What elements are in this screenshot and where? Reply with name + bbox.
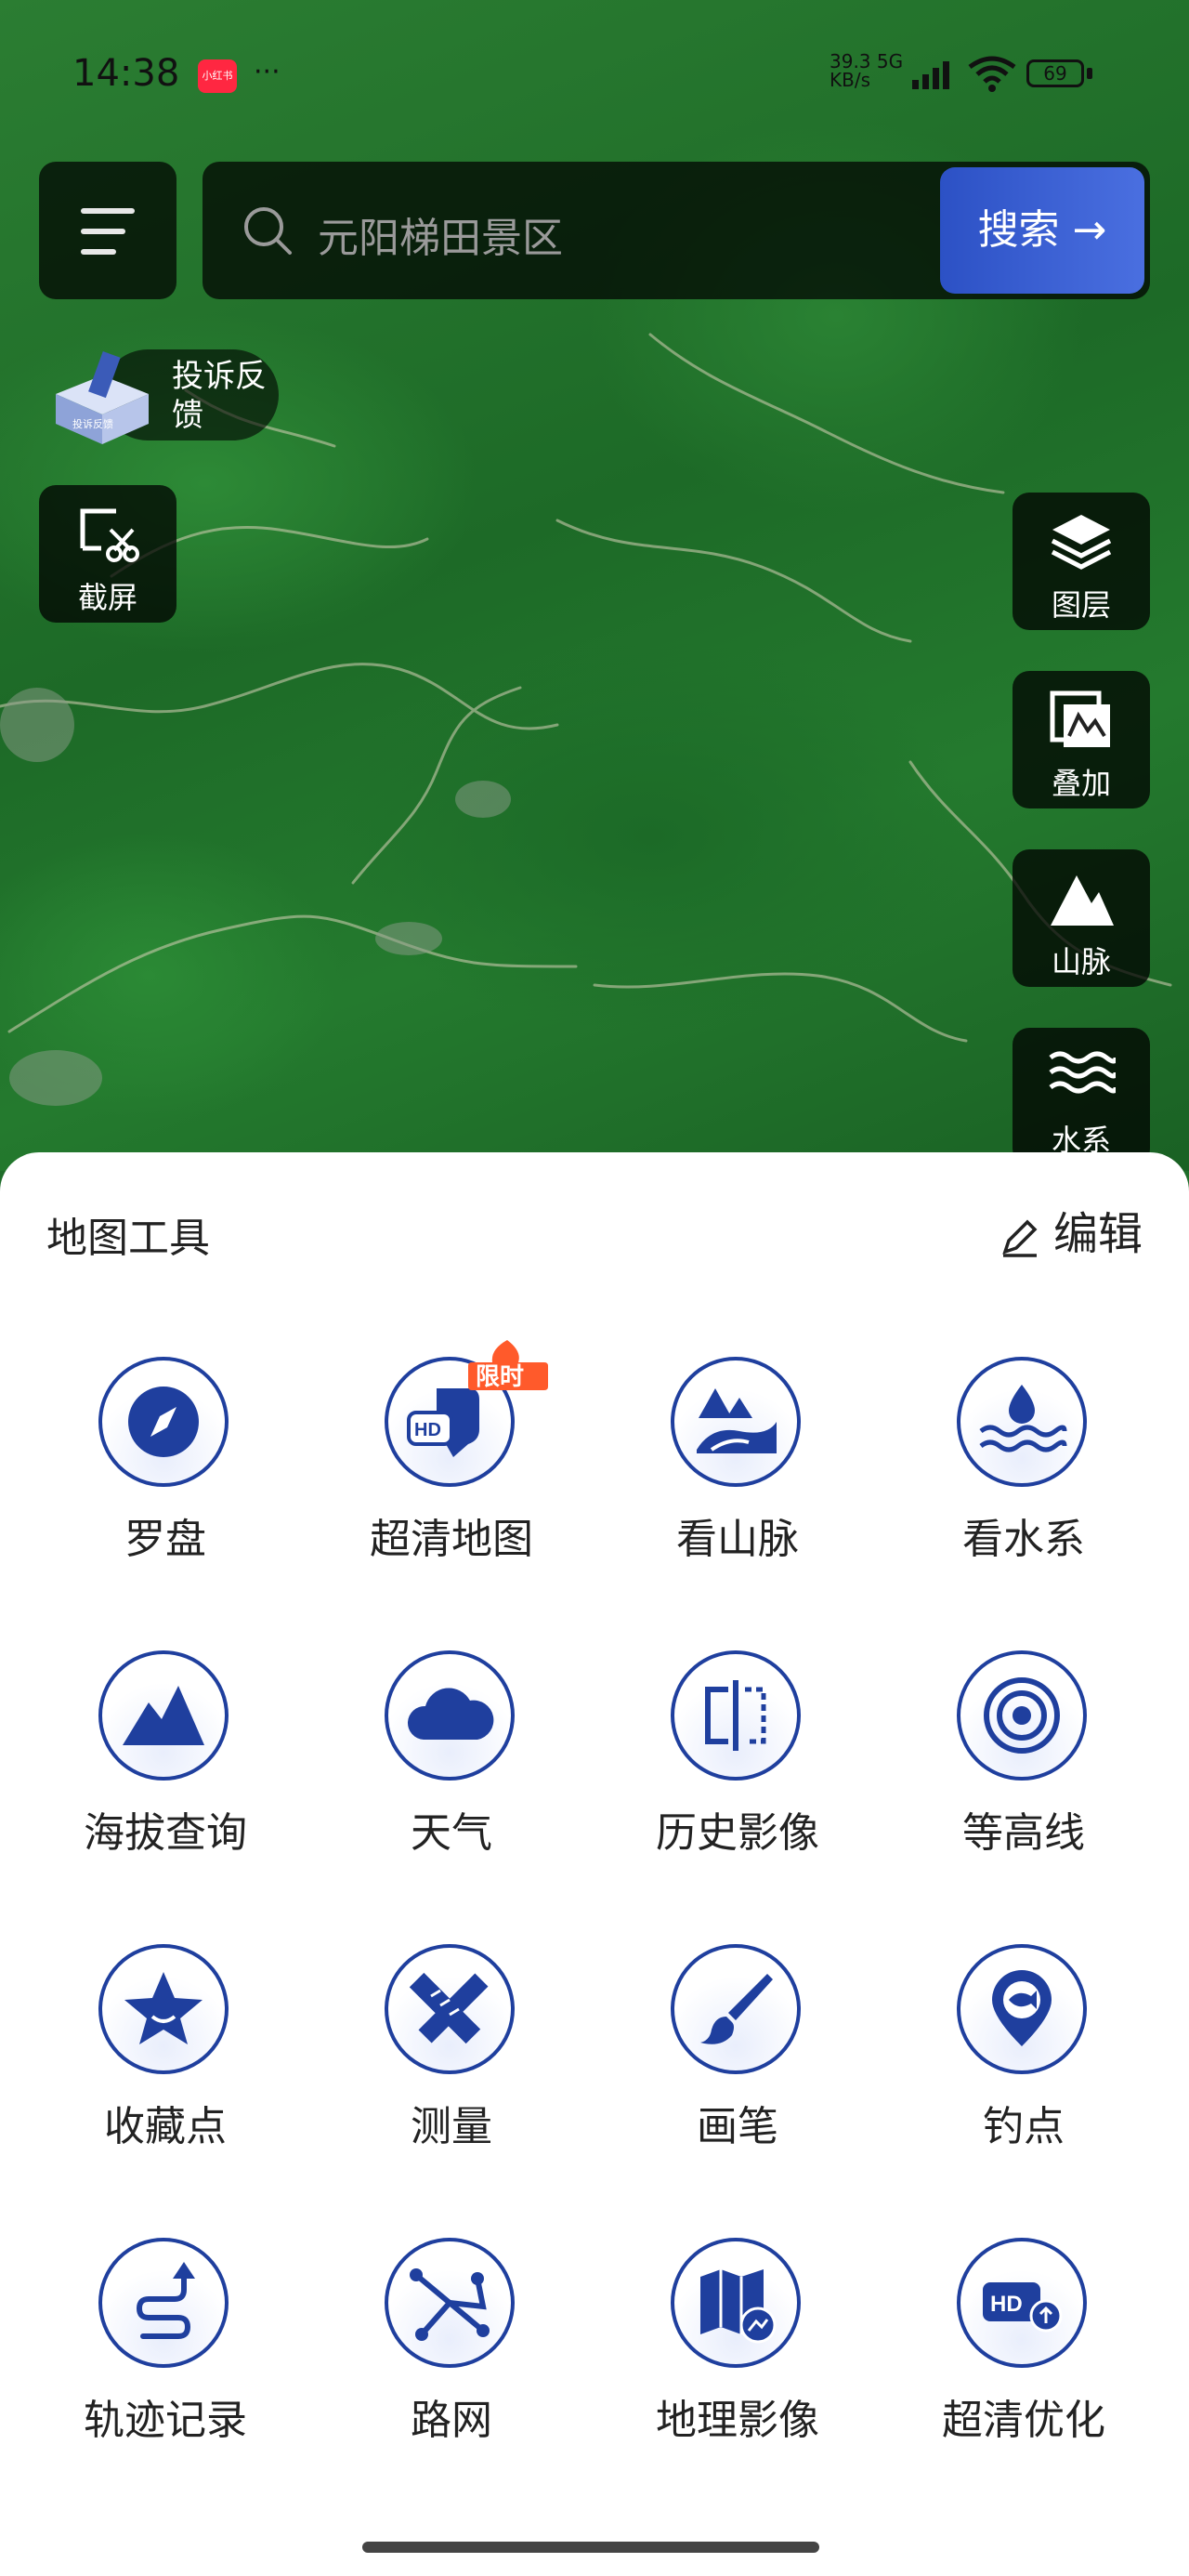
layers-label: 图层	[1051, 587, 1111, 623]
tool-label: 等高线	[962, 1809, 1085, 1857]
map-tools-sheet: 地图工具 编辑 罗盘 HD 超清地图 看山脉 看水系 海拔查询 天气 历史影像 …	[0, 1152, 1189, 2576]
limited-time-badge: 限时	[468, 1340, 548, 1391]
sheet-title: 地图工具	[46, 1215, 210, 1262]
tool-label: 海拔查询	[84, 1809, 247, 1857]
tool-label: 看水系	[962, 1516, 1085, 1563]
mountain-icon	[1051, 875, 1114, 926]
ruler-icon	[385, 1944, 515, 2074]
tool-weather[interactable]: 天气	[331, 1650, 572, 1892]
feedback-button[interactable]: 投诉反馈 投诉反馈	[46, 344, 279, 446]
tool-label: 地理影像	[656, 2397, 819, 2444]
tool-label: 超清地图	[370, 1516, 533, 1563]
mountains-icon	[671, 1357, 801, 1487]
limited-time-text: 限时	[476, 1363, 524, 1391]
tool-altitude[interactable]: 海拔查询	[45, 1650, 286, 1892]
tool-label: 超清优化	[942, 2397, 1105, 2444]
tool-track-record[interactable]: 轨迹记录	[45, 2238, 286, 2479]
tool-label: 轨迹记录	[84, 2397, 247, 2444]
battery-icon: 69	[1026, 59, 1084, 87]
tool-label: 钓点	[983, 2103, 1065, 2150]
tool-history-image[interactable]: 历史影像	[617, 1650, 858, 1892]
menu-icon-line	[81, 249, 116, 255]
tool-label: 天气	[411, 1809, 492, 1857]
tool-label: 路网	[411, 2397, 492, 2444]
tool-contour[interactable]: 等高线	[903, 1650, 1144, 1892]
track-icon	[98, 2238, 229, 2368]
status-time: 14:38	[72, 52, 180, 95]
pencil-icon	[1002, 1219, 1038, 1257]
hd-optimize-icon: HD	[957, 2238, 1087, 2368]
edit-button[interactable]: 编辑	[1000, 1197, 1143, 1262]
menu-icon-line	[81, 208, 135, 214]
tool-view-water[interactable]: 看水系	[903, 1357, 1144, 1598]
tool-fishing-spot[interactable]: 钓点	[903, 1944, 1144, 2186]
menu-button[interactable]	[39, 162, 176, 299]
tool-measure[interactable]: 测量	[331, 1944, 572, 2186]
star-icon	[98, 1944, 229, 2074]
network-speed: 39.3 5G KB/s	[830, 52, 903, 89]
home-indicator	[362, 2542, 819, 2553]
battery-tip	[1087, 68, 1092, 79]
feedback-label: 投诉反馈	[172, 358, 267, 434]
altitude-icon	[98, 1650, 229, 1781]
mountain-label: 山脉	[1051, 944, 1111, 979]
xiaohongshu-app-icon: 小红书	[198, 59, 237, 93]
road-network-icon	[385, 2238, 515, 2368]
water-system-icon	[957, 1357, 1087, 1487]
geo-image-icon	[671, 2238, 801, 2368]
history-image-icon	[671, 1650, 801, 1781]
tool-label: 收藏点	[104, 2103, 227, 2150]
network-type: 5G	[876, 50, 904, 72]
tool-favorites[interactable]: 收藏点	[45, 1944, 286, 2186]
layers-icon	[1051, 515, 1112, 570]
edit-label: 编辑	[1052, 1208, 1143, 1260]
search-icon	[244, 207, 292, 255]
overlay-button[interactable]: 叠加	[1013, 671, 1150, 808]
tool-road-network[interactable]: 路网	[331, 2238, 572, 2479]
feedback-cube-text: 投诉反馈	[72, 417, 113, 430]
signal-icon	[912, 61, 949, 89]
tool-hd-optimize[interactable]: HD 超清优化	[903, 2238, 1144, 2479]
tool-label: 历史影像	[656, 1809, 819, 1857]
tool-label: 测量	[411, 2103, 492, 2150]
tool-label: 看山脉	[676, 1516, 799, 1563]
layers-button[interactable]: 图层	[1013, 493, 1150, 630]
search-bar[interactable]: 元阳梯田景区 搜索 →	[203, 162, 1150, 299]
tool-label: 画笔	[697, 2103, 778, 2150]
compass-icon	[98, 1357, 229, 1487]
screenshot-button[interactable]: 截屏	[39, 485, 176, 623]
svg-text:HD: HD	[990, 2292, 1023, 2317]
status-bar: 14:38 小红书 ··· 39.3 5G KB/s 69	[0, 0, 1189, 149]
tool-label: 罗盘	[124, 1516, 206, 1563]
svg-text:HD: HD	[414, 1420, 441, 1440]
tool-view-mountains[interactable]: 看山脉	[617, 1357, 858, 1598]
menu-icon-line	[81, 229, 125, 234]
brush-icon	[671, 1944, 801, 2074]
search-input[interactable]: 元阳梯田景区	[318, 204, 563, 264]
tool-compass[interactable]: 罗盘	[45, 1357, 286, 1598]
screenshot-label: 截屏	[77, 580, 137, 615]
water-icon	[1049, 1051, 1116, 1094]
overlay-icon	[1050, 690, 1110, 747]
tool-brush[interactable]: 画笔	[617, 1944, 858, 2186]
screenshot-icon	[80, 508, 139, 562]
feedback-cube-icon: 投诉反馈	[56, 351, 149, 444]
water-button[interactable]: 水系	[1013, 1028, 1150, 1165]
tool-geo-image[interactable]: 地理影像	[617, 2238, 858, 2479]
wifi-icon	[968, 56, 1016, 92]
cloud-icon	[385, 1650, 515, 1781]
fishing-spot-icon	[957, 1944, 1087, 2074]
contour-icon	[957, 1650, 1087, 1781]
more-notifications-icon: ···	[254, 56, 281, 88]
mountain-button[interactable]: 山脉	[1013, 849, 1150, 987]
network-speed-unit: KB/s	[830, 69, 870, 91]
overlay-label: 叠加	[1051, 766, 1111, 801]
search-button[interactable]: 搜索 →	[940, 167, 1144, 294]
